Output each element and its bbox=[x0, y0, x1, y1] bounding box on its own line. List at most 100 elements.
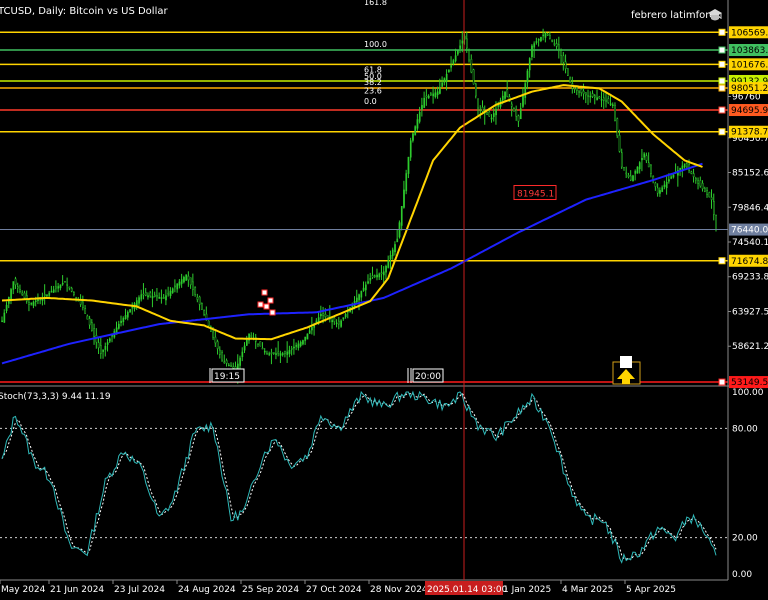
candle-body bbox=[156, 295, 158, 298]
fib-label: 23.6 bbox=[364, 86, 382, 95]
candle-body bbox=[504, 91, 506, 99]
candle-body bbox=[367, 281, 369, 284]
candle-body bbox=[423, 97, 426, 108]
candle-body bbox=[683, 163, 686, 168]
candle-body bbox=[400, 206, 403, 226]
candle-body bbox=[286, 351, 289, 355]
candle-body bbox=[214, 336, 217, 344]
candle-body bbox=[704, 187, 706, 192]
candle-body bbox=[686, 163, 688, 168]
candle-body bbox=[245, 339, 248, 346]
candle-body bbox=[118, 323, 120, 329]
candle-body bbox=[596, 97, 598, 101]
candle-body bbox=[149, 292, 152, 297]
candle-body bbox=[147, 295, 149, 298]
candle-body bbox=[64, 280, 66, 283]
candle-body bbox=[448, 69, 450, 73]
candle-body bbox=[436, 91, 439, 96]
price-tick-label: 69233.85 bbox=[732, 273, 768, 283]
candle-body bbox=[403, 189, 405, 208]
candle-body bbox=[396, 238, 399, 243]
candle-body bbox=[322, 313, 325, 316]
candle-body bbox=[573, 88, 576, 90]
candle-body bbox=[183, 277, 185, 283]
price-tick-label: 79846.41 bbox=[732, 203, 768, 213]
candle-body bbox=[576, 86, 578, 91]
candle-body bbox=[427, 95, 430, 99]
candle-body bbox=[490, 117, 493, 120]
current-price-tag: 76440.05 bbox=[729, 223, 768, 236]
candle-body bbox=[120, 320, 122, 323]
indicator-tick-label: 80.00 bbox=[732, 424, 758, 434]
candle-body bbox=[97, 342, 100, 349]
candle-body bbox=[57, 286, 60, 289]
indicator-tick-label: 0.00 bbox=[732, 570, 752, 580]
level-tag-label: 103863.9 bbox=[731, 46, 768, 56]
candle-body bbox=[140, 294, 143, 300]
candle-body bbox=[407, 156, 410, 174]
candle-body bbox=[391, 249, 394, 257]
candle-body bbox=[454, 55, 457, 62]
candle-body bbox=[647, 162, 650, 168]
candle-body bbox=[257, 343, 259, 345]
time-axis-label: 28 Nov 2024 bbox=[370, 585, 428, 595]
time-axis-label: 21 Jun 2024 bbox=[50, 585, 104, 595]
candle-body bbox=[441, 82, 444, 87]
candle-body bbox=[207, 320, 210, 326]
candle-body bbox=[223, 361, 226, 363]
candle-body bbox=[311, 327, 313, 331]
candle-body bbox=[171, 288, 174, 293]
candle-body bbox=[659, 190, 661, 194]
candle-body bbox=[55, 286, 57, 289]
trade-marker bbox=[263, 303, 270, 310]
candle-body bbox=[371, 275, 374, 278]
candle-body bbox=[569, 77, 572, 83]
chart-title: TCUSD, Daily: Bitcoin vs US Dollar bbox=[0, 6, 168, 17]
trade-marker bbox=[269, 309, 276, 316]
candle-body bbox=[21, 292, 24, 295]
candle-body bbox=[611, 104, 614, 107]
candle-body bbox=[10, 289, 12, 300]
time-axis-label: 23 Jul 2024 bbox=[114, 585, 165, 595]
candle-body bbox=[542, 34, 545, 37]
candle-body bbox=[681, 165, 684, 170]
candle-body bbox=[302, 340, 304, 345]
candle-body bbox=[394, 244, 396, 253]
candle-body bbox=[385, 266, 387, 273]
candle-body bbox=[544, 32, 547, 38]
candle-body bbox=[560, 50, 563, 56]
candle-body bbox=[192, 281, 194, 290]
candle-body bbox=[263, 350, 266, 353]
time-axis-label: May 2024 bbox=[1, 585, 46, 595]
candle-body bbox=[324, 313, 327, 317]
fib-label: 161.8 bbox=[364, 0, 387, 7]
candle-body bbox=[32, 301, 35, 306]
chart-background bbox=[0, 0, 768, 600]
candle-body bbox=[632, 175, 634, 182]
time-axis-label: 4 Mar 2025 bbox=[562, 585, 613, 595]
candle-body bbox=[104, 345, 107, 350]
candle-body bbox=[277, 351, 280, 354]
candle-body bbox=[540, 36, 542, 42]
candle-body bbox=[333, 317, 336, 322]
candle-body bbox=[48, 292, 51, 296]
candle-body bbox=[106, 342, 109, 345]
candle-body bbox=[331, 320, 334, 323]
candle-body bbox=[162, 297, 165, 299]
candle-body bbox=[591, 93, 594, 97]
level-handle bbox=[718, 46, 726, 54]
candle-body bbox=[102, 349, 104, 352]
candle-body bbox=[126, 312, 129, 318]
trading-chart[interactable]: 161.8100.061.850.038.223.60.0 9676090450… bbox=[0, 0, 768, 600]
candle-body bbox=[425, 95, 428, 98]
candle-body bbox=[643, 153, 646, 158]
time-marker-1: 19:15 bbox=[209, 368, 245, 383]
candle-body bbox=[699, 180, 702, 187]
candle-body bbox=[216, 341, 219, 349]
candle-body bbox=[28, 302, 30, 305]
candle-body bbox=[515, 110, 518, 117]
candle-body bbox=[93, 328, 96, 337]
candle-body bbox=[600, 99, 603, 101]
candle-body bbox=[100, 345, 102, 354]
candle-body bbox=[430, 93, 432, 96]
